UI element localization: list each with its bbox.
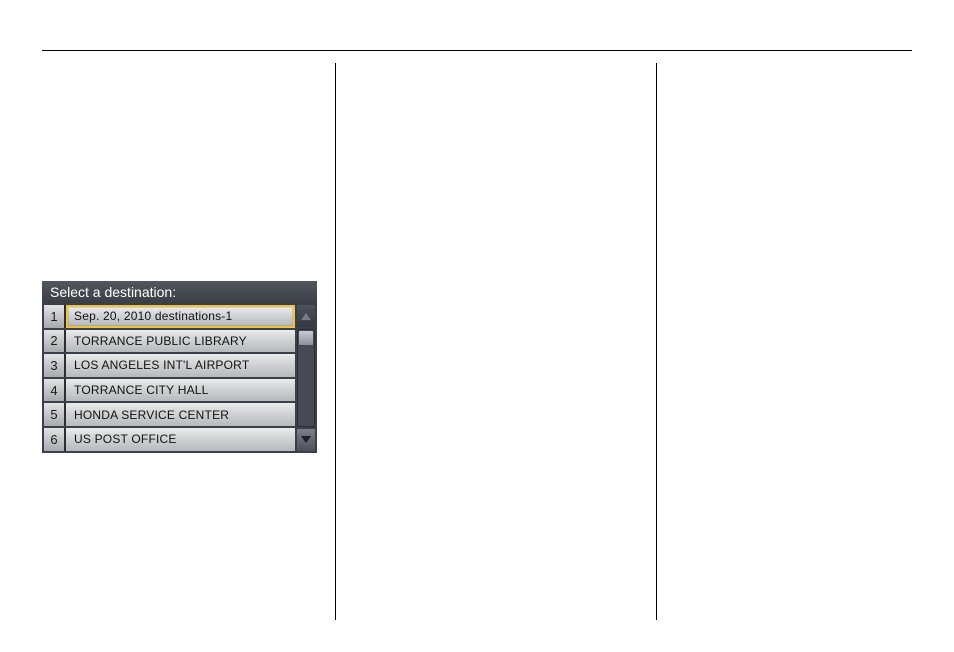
list-item-label: LOS ANGELES INT'L AIRPORT xyxy=(66,354,295,377)
list-item-number: 4 xyxy=(44,379,66,402)
scroll-up-button[interactable] xyxy=(297,305,315,327)
scroll-down-button[interactable] xyxy=(297,429,315,451)
list-item-number: 5 xyxy=(44,403,66,426)
panel-body: 1Sep. 20, 2010 destinations-12TORRANCE P… xyxy=(42,303,317,453)
destination-list: 1Sep. 20, 2010 destinations-12TORRANCE P… xyxy=(44,305,295,451)
horizontal-rule-top xyxy=(42,50,912,51)
list-item-label: US POST OFFICE xyxy=(66,428,295,451)
panel-title: Select a destination: xyxy=(50,284,176,300)
list-item[interactable]: 4TORRANCE CITY HALL xyxy=(44,379,295,402)
list-item[interactable]: 6US POST OFFICE xyxy=(44,428,295,451)
list-item[interactable]: 3LOS ANGELES INT'L AIRPORT xyxy=(44,354,295,377)
list-item-number: 6 xyxy=(44,428,66,451)
panel-header: Select a destination: xyxy=(42,281,317,303)
scroll-track[interactable] xyxy=(297,329,315,427)
list-item[interactable]: 5HONDA SERVICE CENTER xyxy=(44,403,295,426)
scrollbar xyxy=(297,305,315,451)
list-item-label: TORRANCE CITY HALL xyxy=(66,379,295,402)
arrow-down-icon xyxy=(301,436,311,443)
column-divider-2 xyxy=(656,63,657,620)
list-item-number: 3 xyxy=(44,354,66,377)
list-item-number: 2 xyxy=(44,330,66,353)
list-item[interactable]: 2TORRANCE PUBLIC LIBRARY xyxy=(44,330,295,353)
select-destination-panel: Select a destination: 1Sep. 20, 2010 des… xyxy=(42,281,317,453)
list-item-number: 1 xyxy=(44,305,66,328)
arrow-up-icon xyxy=(301,313,311,320)
list-item-label: TORRANCE PUBLIC LIBRARY xyxy=(66,330,295,353)
column-divider-1 xyxy=(335,63,336,620)
list-item-label: HONDA SERVICE CENTER xyxy=(66,403,295,426)
list-item[interactable]: 1Sep. 20, 2010 destinations-1 xyxy=(44,305,295,328)
list-item-label: Sep. 20, 2010 destinations-1 xyxy=(66,305,295,328)
scroll-thumb[interactable] xyxy=(299,331,313,345)
